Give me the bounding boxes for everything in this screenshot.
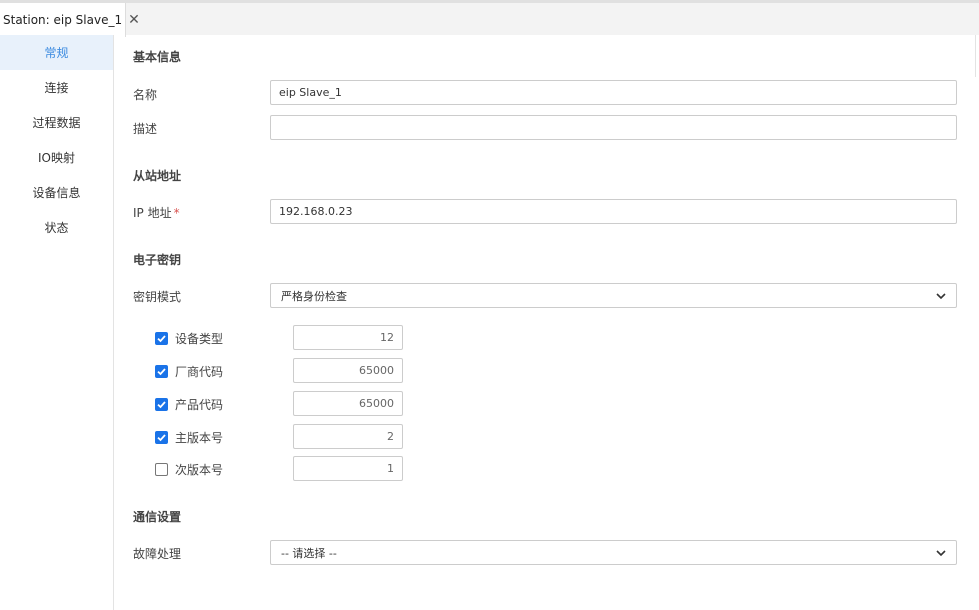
desc-label: 描述 (133, 122, 158, 136)
sidebar-item-io-mapping[interactable]: IO映射 (0, 140, 113, 175)
sidebar-item-connection[interactable]: 连接 (0, 70, 113, 105)
ip-label-text: IP 地址 (133, 206, 172, 220)
section-slave-address: 从站地址 (133, 169, 182, 183)
ip-label: IP 地址 * (133, 204, 180, 221)
vendor-code-input[interactable]: 65000 (293, 358, 403, 383)
name-value: eip Slave_1 (279, 86, 342, 99)
sidebar-item-general[interactable]: 常规 (0, 35, 113, 70)
close-icon[interactable]: ✕ (128, 13, 140, 27)
checkbox-row-vendor-code: 厂商代码 (155, 363, 223, 380)
check-icon (157, 368, 166, 376)
chevron-down-icon (936, 549, 946, 556)
section-electronic-key: 电子密钥 (133, 253, 182, 267)
sidebar-item-status[interactable]: 状态 (0, 210, 113, 245)
checkbox-vendor-code[interactable] (155, 365, 168, 378)
fault-handling-select[interactable]: -- 请选择 -- (270, 540, 957, 565)
minor-version-input[interactable]: 1 (293, 456, 403, 481)
product-code-value: 65000 (359, 397, 394, 410)
sidebar: 常规 连接 过程数据 IO映射 设备信息 状态 (0, 35, 114, 610)
major-version-value: 2 (387, 430, 394, 443)
checkbox-major-version[interactable] (155, 431, 168, 444)
device-type-input[interactable]: 12 (293, 325, 403, 350)
sidebar-item-process-data[interactable]: 过程数据 (0, 105, 113, 140)
section-comm-settings: 通信设置 (133, 510, 182, 524)
section-basic-info: 基本信息 (133, 50, 182, 64)
tab-bar: Station: eip Slave_1 ✕ (0, 0, 979, 37)
main-form: 基本信息 名称 eip Slave_1 描述 从站地址 IP 地址 * 192.1… (114, 35, 979, 610)
ip-input[interactable]: 192.168.0.23 (270, 199, 957, 224)
sidebar-item-label: 设备信息 (32, 186, 81, 200)
chevron-down-icon (936, 292, 946, 299)
checkbox-row-major-version: 主版本号 (155, 429, 223, 446)
check-icon (157, 335, 166, 343)
product-code-input[interactable]: 65000 (293, 391, 403, 416)
sidebar-item-label: 常规 (44, 46, 69, 60)
key-mode-select[interactable]: 严格身份检查 (270, 283, 957, 308)
key-mode-value: 严格身份检查 (281, 289, 347, 303)
vendor-code-value: 65000 (359, 364, 394, 377)
checkbox-minor-version[interactable] (155, 463, 168, 476)
tab-station[interactable]: Station: eip Slave_1 ✕ (0, 3, 140, 37)
sidebar-item-label: IO映射 (38, 151, 75, 165)
sidebar-item-label: 连接 (44, 81, 69, 95)
key-mode-label: 密钥模式 (133, 290, 182, 304)
checkbox-row-device-type: 设备类型 (155, 330, 223, 347)
checkbox-label: 设备类型 (175, 332, 224, 346)
tab-title: Station: eip Slave_1 (3, 13, 123, 27)
checkbox-label: 主版本号 (175, 431, 224, 445)
sidebar-item-device-info[interactable]: 设备信息 (0, 175, 113, 210)
checkbox-device-type[interactable] (155, 332, 168, 345)
name-label: 名称 (133, 88, 158, 102)
sidebar-item-label: 过程数据 (32, 116, 81, 130)
device-type-value: 12 (380, 331, 394, 344)
required-marker: * (173, 206, 180, 220)
check-icon (157, 434, 166, 442)
checkbox-product-code[interactable] (155, 398, 168, 411)
name-input[interactable]: eip Slave_1 (270, 80, 957, 105)
minor-version-value: 1 (387, 462, 394, 475)
ip-value: 192.168.0.23 (279, 205, 353, 218)
desc-input[interactable] (270, 115, 957, 140)
checkbox-label: 厂商代码 (175, 365, 224, 379)
checkbox-label: 次版本号 (175, 463, 224, 477)
check-icon (157, 401, 166, 409)
checkbox-label: 产品代码 (175, 398, 224, 412)
checkbox-row-product-code: 产品代码 (155, 396, 223, 413)
fault-handling-label: 故障处理 (133, 547, 182, 561)
checkbox-row-minor-version: 次版本号 (155, 461, 223, 478)
sidebar-item-label: 状态 (44, 221, 69, 235)
fault-handling-value: -- 请选择 -- (281, 546, 337, 560)
major-version-input[interactable]: 2 (293, 424, 403, 449)
